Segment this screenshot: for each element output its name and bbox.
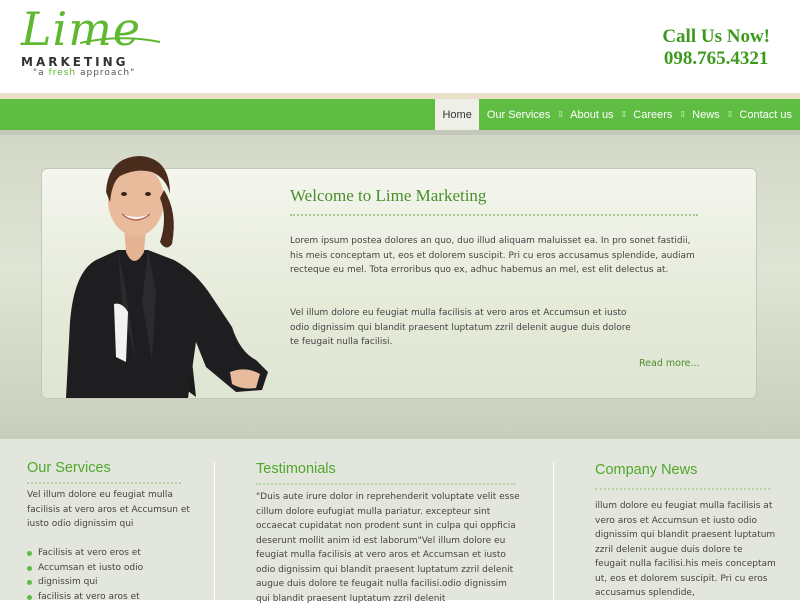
hero-title-divider <box>290 214 698 216</box>
read-more-link[interactable]: Read more... <box>639 358 700 369</box>
list-item: Facilisis at vero eros et <box>27 546 143 561</box>
logo-tagline: "a fresh approach" <box>33 68 136 78</box>
hero-paragraph-1: Lorem ipsum postea dolores an quo, duo i… <box>290 236 695 275</box>
hero-person-image <box>66 156 268 398</box>
site-header: Lime MARKETING "a fresh approach" Call U… <box>0 0 800 93</box>
nav-item-news[interactable]: News <box>684 99 728 130</box>
testimonials-title: Testimonials <box>256 461 336 477</box>
logo-subtitle: MARKETING <box>21 55 129 69</box>
call-title: Call Us Now! <box>662 26 770 47</box>
hero-paragraph-2: Vel illum dolore eu feugiat mulla facili… <box>290 308 631 347</box>
logo-swoosh-icon <box>80 37 160 44</box>
list-item: facilisis at vero aros et <box>27 590 143 605</box>
main-nav: Home Our Services ⁞⁞ About us ⁞⁞ Careers… <box>0 99 800 130</box>
services-intro: Vel illum dolore eu feugiat mulla facili… <box>27 490 190 529</box>
services-list: Facilisis at vero eros et Accumsan et iu… <box>27 546 143 604</box>
call-phone[interactable]: 098.765.4321 <box>662 48 770 70</box>
logo-wordmark[interactable]: Lime <box>21 4 141 54</box>
testimonials-divider <box>256 483 516 485</box>
nav-item-our-services[interactable]: Our Services <box>479 99 559 130</box>
column-divider <box>214 462 215 602</box>
services-divider <box>27 482 181 484</box>
hero-title: Welcome to Lime Marketing <box>290 186 487 205</box>
nav-item-about-us[interactable]: About us <box>562 99 621 130</box>
nav-item-careers[interactable]: Careers <box>625 99 680 130</box>
company-news-text: illum dolore eu feugiat mulla facilisis … <box>595 501 776 598</box>
services-title: Our Services <box>27 460 111 476</box>
nav-item-home[interactable]: Home <box>435 99 479 130</box>
company-news-title: Company News <box>595 462 698 478</box>
company-news-divider <box>595 488 770 490</box>
list-item: dignissim qui <box>27 575 143 590</box>
nav-item-contact-us[interactable]: Contact us <box>731 99 800 130</box>
call-us-block: Call Us Now! 098.765.4321 <box>662 26 770 70</box>
list-item: Accumsan et iusto odio <box>27 561 143 576</box>
column-divider <box>553 462 554 602</box>
testimonials-text: "Duis aute irure dolor in reprehenderit … <box>256 492 520 604</box>
